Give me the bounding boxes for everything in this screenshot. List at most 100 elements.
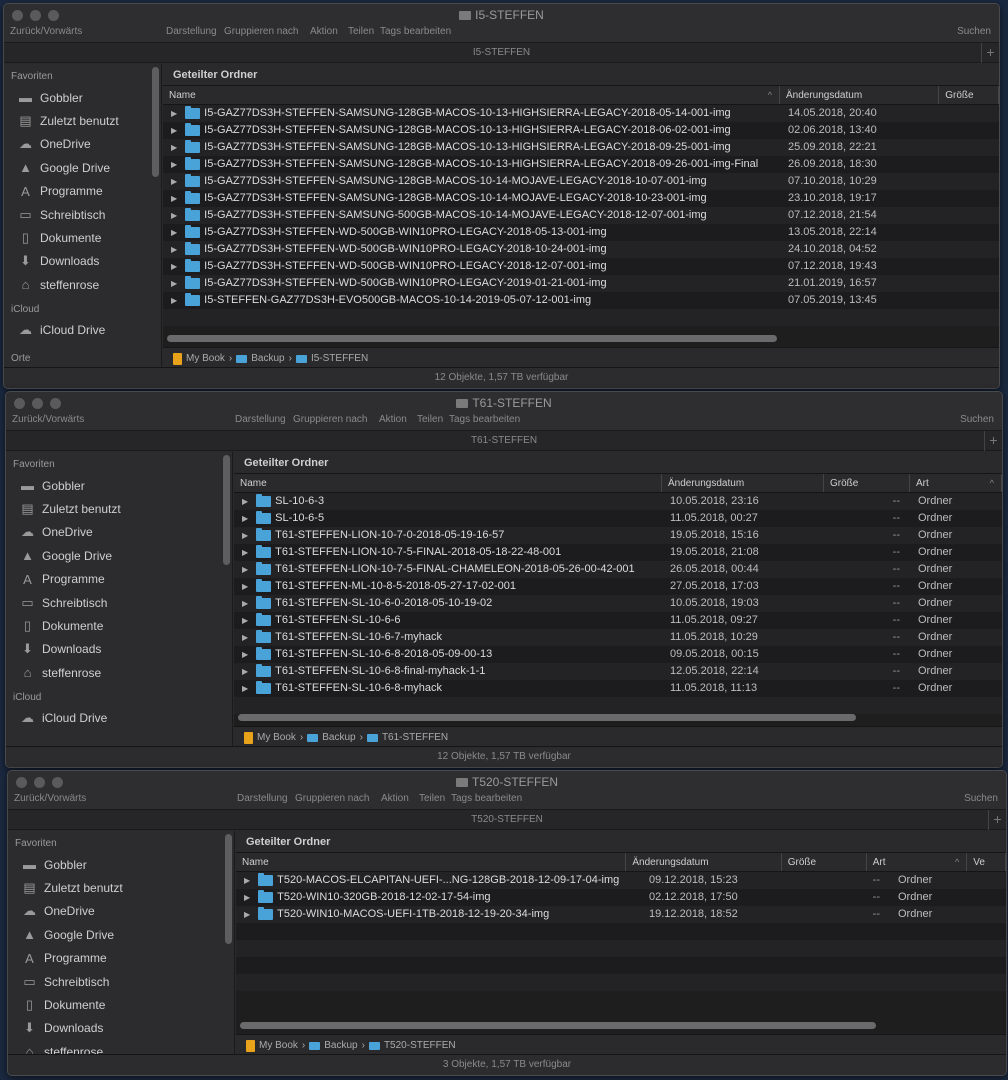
sidebar-scrollbar[interactable] bbox=[225, 834, 232, 944]
share-button[interactable]: Teilen bbox=[419, 793, 445, 804]
table-row[interactable]: ▶ I5-GAZ77DS3H-STEFFEN-SAMSUNG-128GB-MACO… bbox=[163, 105, 999, 122]
tab-label[interactable]: I5-STEFFEN bbox=[473, 47, 530, 58]
column-header-date[interactable]: Änderungsdatum bbox=[626, 853, 782, 871]
sidebar-item-google-drive[interactable]: ▲ Google Drive bbox=[6, 544, 232, 567]
disclosure-triangle-icon[interactable]: ▶ bbox=[171, 105, 177, 122]
sidebar-item-schreibtisch[interactable]: ▭ Schreibtisch bbox=[4, 203, 161, 226]
path-segment[interactable]: Backup bbox=[324, 1040, 357, 1051]
column-header-kind[interactable]: Art ^ bbox=[910, 474, 1002, 492]
table-row[interactable]: ▶ T61-STEFFEN-LION-10-7-5-FINAL-CHAMELEON… bbox=[234, 561, 1002, 578]
sidebar-item-programme[interactable]: A Programme bbox=[8, 947, 234, 970]
horizontal-scrollbar[interactable] bbox=[167, 335, 777, 342]
sidebar-item-google-drive[interactable]: ▲ Google Drive bbox=[8, 923, 234, 946]
search-button[interactable]: Suchen bbox=[957, 26, 991, 37]
path-segment[interactable]: T61-STEFFEN bbox=[382, 732, 448, 743]
group-button[interactable]: Gruppieren nach bbox=[295, 793, 370, 804]
column-header-size[interactable]: Größe bbox=[939, 86, 999, 104]
table-row[interactable]: ▶ T61-STEFFEN-SL-10-6-7-myhack 11.05.2018,… bbox=[234, 629, 1002, 646]
sidebar-item-google-drive[interactable]: ▲ Google Drive bbox=[4, 156, 161, 179]
sidebar-scrollbar[interactable] bbox=[223, 455, 230, 565]
sidebar-item-steffenrose[interactable]: ⌂ steffenrose bbox=[8, 1040, 234, 1054]
back-forward-button[interactable]: Zurück/Vorwärts bbox=[14, 793, 86, 804]
sidebar-item-icloud-drive[interactable]: ☁ iCloud Drive bbox=[4, 319, 161, 342]
table-row[interactable]: ▶ SL-10-6-3 10.05.2018, 23:16 -- Ordner bbox=[234, 493, 1002, 510]
column-header-date[interactable]: Änderungsdatum bbox=[662, 474, 824, 492]
sidebar-item-schreibtisch[interactable]: ▭ Schreibtisch bbox=[8, 970, 234, 993]
action-button[interactable]: Aktion bbox=[310, 26, 338, 37]
share-button[interactable]: Teilen bbox=[348, 26, 374, 37]
new-tab-button[interactable]: + bbox=[988, 810, 1006, 830]
back-forward-button[interactable]: Zurück/Vorwärts bbox=[12, 414, 84, 425]
sidebar-item-steffenrose[interactable]: ⌂ steffenrose bbox=[6, 661, 232, 684]
disclosure-triangle-icon[interactable]: ▶ bbox=[242, 680, 248, 697]
disclosure-triangle-icon[interactable]: ▶ bbox=[171, 275, 177, 292]
disclosure-triangle-icon[interactable]: ▶ bbox=[242, 544, 248, 561]
sidebar-item-zuletzt-benutzt[interactable]: ▤ Zuletzt benutzt bbox=[8, 876, 234, 899]
tags-button[interactable]: Tags bearbeiten bbox=[451, 793, 522, 804]
disclosure-triangle-icon[interactable]: ▶ bbox=[242, 646, 248, 663]
sidebar-item-zuletzt-benutzt[interactable]: ▤ Zuletzt benutzt bbox=[4, 109, 161, 132]
disclosure-triangle-icon[interactable]: ▶ bbox=[171, 173, 177, 190]
share-button[interactable]: Teilen bbox=[417, 414, 443, 425]
sidebar-item-onedrive[interactable]: ☁ OneDrive bbox=[6, 521, 232, 544]
table-row[interactable]: ▶ I5-GAZ77DS3H-STEFFEN-SAMSUNG-500GB-MACO… bbox=[163, 207, 999, 224]
action-button[interactable]: Aktion bbox=[381, 793, 409, 804]
table-row[interactable]: ▶ T61-STEFFEN-LION-10-7-5-FINAL-2018-05-1… bbox=[234, 544, 1002, 561]
column-header-size[interactable]: Größe bbox=[824, 474, 910, 492]
disclosure-triangle-icon[interactable]: ▶ bbox=[244, 906, 250, 923]
sidebar-item-dokumente[interactable]: ▯ Dokumente bbox=[8, 993, 234, 1016]
group-button[interactable]: Gruppieren nach bbox=[224, 26, 299, 37]
sidebar-item-downloads[interactable]: ⬇ Downloads bbox=[4, 250, 161, 273]
disclosure-triangle-icon[interactable]: ▶ bbox=[244, 872, 250, 889]
disclosure-triangle-icon[interactable]: ▶ bbox=[242, 510, 248, 527]
table-row[interactable]: ▶ T61-STEFFEN-SL-10-6-8-2018-05-09-00-13 0… bbox=[234, 646, 1002, 663]
path-segment[interactable]: My Book bbox=[257, 732, 296, 743]
new-tab-button[interactable]: + bbox=[984, 431, 1002, 451]
disclosure-triangle-icon[interactable]: ▶ bbox=[171, 258, 177, 275]
sidebar-item-schreibtisch[interactable]: ▭ Schreibtisch bbox=[6, 591, 232, 614]
disclosure-triangle-icon[interactable]: ▶ bbox=[171, 292, 177, 309]
path-segment[interactable]: Backup bbox=[251, 353, 284, 364]
tags-button[interactable]: Tags bearbeiten bbox=[449, 414, 520, 425]
disclosure-triangle-icon[interactable]: ▶ bbox=[171, 207, 177, 224]
sidebar-item-gobbler[interactable]: ▬ Gobbler bbox=[8, 853, 234, 876]
search-button[interactable]: Suchen bbox=[960, 414, 994, 425]
disclosure-triangle-icon[interactable]: ▶ bbox=[242, 663, 248, 680]
table-row[interactable]: ▶ T61-STEFFEN-ML-10-8-5-2018-05-27-17-02-… bbox=[234, 578, 1002, 595]
path-segment[interactable]: T520-STEFFEN bbox=[384, 1040, 456, 1051]
disclosure-triangle-icon[interactable]: ▶ bbox=[171, 190, 177, 207]
table-row[interactable]: ▶ I5-GAZ77DS3H-STEFFEN-SAMSUNG-128GB-MACO… bbox=[163, 156, 999, 173]
table-row[interactable]: ▶ T520-WIN10-320GB-2018-12-02-17-54-img 02… bbox=[236, 889, 1006, 906]
view-button[interactable]: Darstellung bbox=[237, 793, 288, 804]
sidebar-item-gobbler[interactable]: ▬ Gobbler bbox=[4, 86, 161, 109]
table-row[interactable]: ▶ T61-STEFFEN-SL-10-6-0-2018-05-10-19-02 1… bbox=[234, 595, 1002, 612]
table-row[interactable]: ▶ T520-MACOS-ELCAPITAN-UEFI-...NG-128GB-2… bbox=[236, 872, 1006, 889]
disclosure-triangle-icon[interactable]: ▶ bbox=[242, 629, 248, 646]
view-button[interactable]: Darstellung bbox=[166, 26, 217, 37]
column-header-size[interactable]: Größe bbox=[782, 853, 867, 871]
table-row[interactable]: ▶ I5-GAZ77DS3H-STEFFEN-WD-500GB-WIN10PRO-… bbox=[163, 241, 999, 258]
sidebar-item-gobbler[interactable]: ▬ Gobbler bbox=[6, 474, 232, 497]
horizontal-scrollbar[interactable] bbox=[240, 1022, 876, 1029]
sidebar-item-programme[interactable]: A Programme bbox=[6, 568, 232, 591]
disclosure-triangle-icon[interactable]: ▶ bbox=[242, 578, 248, 595]
column-header-date[interactable]: Änderungsdatum bbox=[780, 86, 940, 104]
back-forward-button[interactable]: Zurück/Vorwärts bbox=[10, 26, 82, 37]
group-button[interactable]: Gruppieren nach bbox=[293, 414, 368, 425]
sidebar-scrollbar[interactable] bbox=[152, 67, 159, 177]
table-row[interactable]: ▶ I5-GAZ77DS3H-STEFFEN-WD-500GB-WIN10PRO-… bbox=[163, 258, 999, 275]
tab-label[interactable]: T61-STEFFEN bbox=[471, 435, 537, 446]
path-segment[interactable]: My Book bbox=[259, 1040, 298, 1051]
table-row[interactable]: ▶ T61-STEFFEN-SL-10-6-8-final-myhack-1-1 1… bbox=[234, 663, 1002, 680]
table-row[interactable]: ▶ I5-GAZ77DS3H-STEFFEN-SAMSUNG-128GB-MACO… bbox=[163, 122, 999, 139]
tab-label[interactable]: T520-STEFFEN bbox=[471, 814, 543, 825]
column-header-kind[interactable]: Art ^ bbox=[867, 853, 968, 871]
table-row[interactable]: ▶ I5-GAZ77DS3H-STEFFEN-SAMSUNG-128GB-MACO… bbox=[163, 173, 999, 190]
new-tab-button[interactable]: + bbox=[981, 43, 999, 63]
column-header-name[interactable]: Name bbox=[234, 474, 662, 492]
disclosure-triangle-icon[interactable]: ▶ bbox=[242, 493, 248, 510]
table-row[interactable]: ▶ T61-STEFFEN-SL-10-6-6 11.05.2018, 09:27 -… bbox=[234, 612, 1002, 629]
table-row[interactable]: ▶ T520-WIN10-MACOS-UEFI-1TB-2018-12-19-20… bbox=[236, 906, 1006, 923]
horizontal-scrollbar[interactable] bbox=[238, 714, 856, 721]
table-row[interactable]: ▶ T61-STEFFEN-LION-10-7-0-2018-05-19-16-5… bbox=[234, 527, 1002, 544]
